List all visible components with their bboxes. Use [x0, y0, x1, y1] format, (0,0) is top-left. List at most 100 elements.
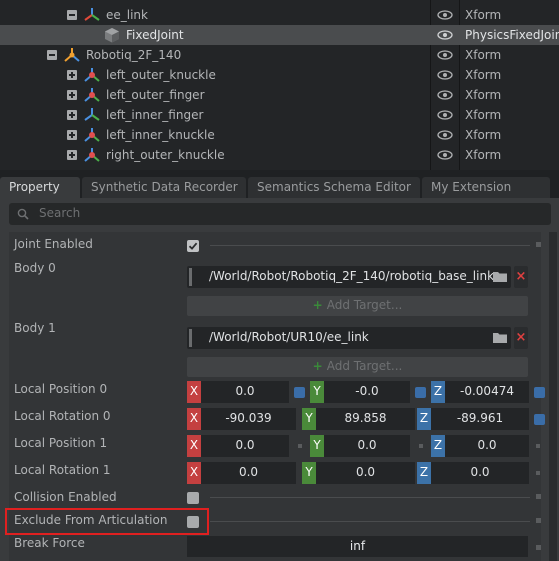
vertical-scrollbar[interactable]	[549, 232, 557, 561]
keyframe-toggle[interactable]	[534, 387, 545, 398]
default-value-marker[interactable]	[536, 471, 540, 475]
x-axis-tag: X	[187, 462, 201, 484]
articulation-icon	[64, 48, 80, 62]
default-value-marker[interactable]	[419, 444, 423, 448]
local-rotation-1-x[interactable]: 0.0	[201, 462, 296, 484]
divider	[210, 497, 530, 498]
local-position-1-label: Local Position 1	[14, 436, 108, 450]
tree-row-type: Xform	[465, 48, 502, 62]
default-value-marker[interactable]	[536, 494, 541, 499]
tree-row-type: Xform	[465, 68, 502, 82]
body1-path: /World/Robot/UR10/ee_link	[209, 330, 369, 344]
tree-row-left-outer-knuckle[interactable]: left_outer_knuckle Xform	[0, 65, 559, 85]
keyframe-toggle[interactable]	[294, 387, 305, 398]
body0-path-field[interactable]: /World/Robot/Robotiq_2F_140/robotiq_base…	[187, 266, 511, 288]
default-value-marker[interactable]	[298, 444, 302, 448]
tree-row-type: PhysicsFixedJoint	[465, 28, 559, 42]
tree-row-left-outer-finger[interactable]: left_outer_finger Xform	[0, 85, 559, 105]
body1-path-field[interactable]: /World/Robot/UR10/ee_link	[187, 327, 511, 349]
y-axis-tag: Y	[310, 435, 324, 457]
xform-axis-icon	[84, 108, 100, 121]
folder-icon[interactable]	[493, 271, 507, 282]
remove-target-button[interactable]: ×	[514, 266, 528, 288]
visibility-eye-icon[interactable]	[437, 70, 453, 80]
default-value-marker[interactable]	[536, 545, 541, 550]
x-axis-tag: X	[187, 408, 201, 430]
local-rotation-0-y[interactable]: 89.858	[316, 408, 415, 430]
y-axis-tag: Y	[310, 381, 324, 403]
tree-row-right-outer-knuckle[interactable]: right_outer_knuckle Xform	[0, 145, 559, 165]
x-axis-tag: X	[187, 435, 201, 457]
visibility-eye-icon[interactable]	[437, 150, 453, 160]
tree-row-fixedjoint[interactable]: FixedJoint PhysicsFixedJoint	[0, 25, 559, 45]
checkmark-icon	[188, 242, 198, 250]
local-position-1-z[interactable]: 0.0	[445, 435, 529, 457]
keyframe-toggle[interactable]	[415, 387, 426, 398]
collision-enabled-checkbox[interactable]	[187, 492, 199, 504]
local-rotation-1-label: Local Rotation 1	[14, 463, 111, 477]
y-axis-tag: Y	[302, 462, 316, 484]
default-value-marker[interactable]	[536, 444, 540, 448]
expand-icon[interactable]	[67, 90, 77, 100]
break-force-field[interactable]: inf	[187, 536, 528, 557]
local-position-0-z[interactable]: -0.00474	[445, 381, 529, 403]
local-rotation-0-x[interactable]: -90.039	[201, 408, 296, 430]
tree-row-type: Xform	[465, 88, 502, 102]
drag-handle[interactable]	[189, 329, 192, 347]
visibility-eye-icon[interactable]	[437, 10, 453, 20]
search-placeholder: Search	[39, 206, 81, 220]
local-rotation-1-y[interactable]: 0.0	[316, 462, 415, 484]
visibility-eye-icon[interactable]	[437, 90, 453, 100]
expand-icon[interactable]	[67, 70, 77, 80]
visibility-eye-icon[interactable]	[437, 130, 453, 140]
visibility-eye-icon[interactable]	[437, 110, 453, 120]
joint-enabled-checkbox[interactable]	[187, 240, 199, 252]
tree-row-type: Xform	[465, 148, 502, 162]
expand-icon[interactable]	[67, 150, 77, 160]
local-position-1-x[interactable]: 0.0	[201, 435, 289, 457]
local-position-0-y[interactable]: -0.0	[324, 381, 410, 403]
joint-cube-icon	[105, 28, 119, 43]
default-value-marker[interactable]	[536, 242, 541, 247]
local-position-0-label: Local Position 0	[14, 382, 108, 396]
tree-row-label: left_outer_finger	[106, 88, 205, 102]
body0-label: Body 0	[14, 261, 56, 275]
local-position-0-x[interactable]: 0.0	[201, 381, 289, 403]
collapse-icon[interactable]	[67, 10, 77, 20]
tree-row-left-inner-knuckle[interactable]: left_inner_knuckle Xform	[0, 125, 559, 145]
add-target-button[interactable]: + Add Target...	[187, 296, 528, 316]
visibility-eye-icon[interactable]	[437, 30, 453, 40]
tree-row-label: Robotiq_2F_140	[86, 48, 182, 62]
local-position-1-y[interactable]: 0.0	[324, 435, 410, 457]
tab-semantics-schema-editor[interactable]: Semantics Schema Editor	[248, 177, 420, 198]
add-target-button[interactable]: + Add Target...	[187, 357, 528, 377]
default-value-marker[interactable]	[536, 518, 541, 523]
visibility-eye-icon[interactable]	[437, 50, 453, 60]
add-target-label: Add Target...	[326, 298, 403, 312]
collapse-icon[interactable]	[47, 50, 57, 60]
tree-row-robotiq[interactable]: Robotiq_2F_140 Xform	[0, 45, 559, 65]
tree-row-ee-link[interactable]: ee_link Xform	[0, 5, 559, 25]
add-target-label: Add Target...	[326, 359, 403, 373]
z-axis-tag: Z	[431, 381, 445, 403]
annotation-highlight-box	[5, 508, 209, 535]
drag-handle[interactable]	[189, 268, 192, 286]
tree-row-left-inner-finger[interactable]: left_inner_finger Xform	[0, 105, 559, 125]
expand-icon[interactable]	[67, 110, 77, 120]
local-rotation-1-z[interactable]: 0.0	[431, 462, 529, 484]
search-field[interactable]: Search	[9, 203, 551, 225]
tab-property[interactable]: Property	[0, 177, 80, 198]
z-axis-tag: Z	[417, 462, 431, 484]
rigid-body-icon	[84, 68, 100, 82]
expand-icon[interactable]	[67, 130, 77, 140]
tree-row-label: right_outer_knuckle	[106, 148, 225, 162]
plus-icon: +	[312, 298, 323, 312]
divider	[210, 521, 530, 522]
z-axis-tag: Z	[431, 435, 445, 457]
local-rotation-0-z[interactable]: -89.961	[431, 408, 529, 430]
folder-icon[interactable]	[493, 332, 507, 343]
tab-synthetic-data-recorder[interactable]: Synthetic Data Recorder	[82, 177, 246, 198]
remove-target-button[interactable]: ×	[514, 327, 528, 349]
keyframe-toggle[interactable]	[534, 414, 545, 425]
tab-my-extension[interactable]: My Extension	[422, 177, 550, 198]
